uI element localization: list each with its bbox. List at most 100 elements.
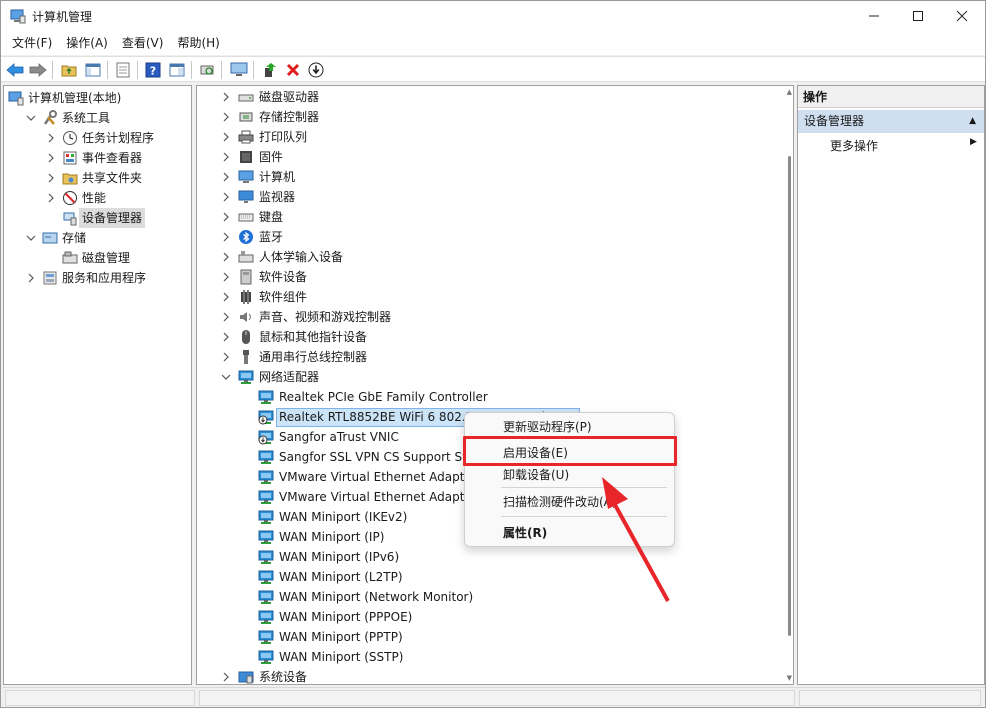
menu-view[interactable]: 查看(V) [115,32,171,54]
annotation-highlight-box [463,436,677,466]
menu-file[interactable]: 文件(F) [5,32,59,54]
chevron-right-icon[interactable] [221,327,231,347]
export-list-icon[interactable] [113,60,133,80]
disk-management-icon [62,250,78,266]
uninstall-x-icon[interactable] [283,60,303,80]
device-item[interactable]: WAN Miniport (L2TP) [197,567,777,587]
device-category-item[interactable]: 网络适配器 [197,367,777,387]
device-category-item[interactable]: 监视器 [197,187,777,207]
chevron-right-icon[interactable] [221,247,231,267]
device-category-item[interactable]: 软件设备 [197,267,777,287]
computer-management-app-icon [10,8,26,24]
device-category-item[interactable]: 系统设备 [197,667,777,684]
device-item[interactable]: WAN Miniport (PPTP) [197,627,777,647]
actions-group-device-manager[interactable]: 设备管理器 ▲ [798,110,984,133]
submenu-arrow-icon[interactable]: ▶ [970,137,977,147]
monitor-update-icon[interactable] [229,60,249,80]
device-item[interactable]: WAN Miniport (SSTP) [197,647,777,667]
chevron-right-icon[interactable] [221,187,231,207]
chevron-right-icon[interactable] [221,347,231,367]
chevron-right-icon[interactable] [46,188,56,208]
enable-device-icon[interactable] [306,60,326,80]
scroll-down-arrow-icon[interactable]: ▼ [787,674,792,682]
chevron-right-icon[interactable] [221,167,231,187]
chevron-right-icon[interactable] [221,87,231,107]
menu-help[interactable]: 帮助(H) [170,32,226,54]
device-category-item[interactable]: 人体学输入设备 [197,247,777,267]
maximize-button[interactable] [895,1,941,31]
chevron-right-icon[interactable] [46,128,56,148]
scroll-up-arrow-icon[interactable]: ▲ [787,88,792,96]
collapse-triangle-icon[interactable]: ▲ [969,110,976,133]
console-tree-item[interactable]: 磁盘管理 [4,248,191,268]
chevron-down-icon[interactable] [221,367,231,387]
properties-view-icon[interactable] [167,60,187,80]
console-tree-item[interactable]: 性能 [4,188,191,208]
console-tree-label: 任务计划程序 [82,131,155,145]
device-category-item[interactable]: 软件组件 [197,287,777,307]
device-label: 存储控制器 [259,110,320,124]
chevron-right-icon[interactable] [221,207,231,227]
console-tree-item[interactable]: 设备管理器 [4,208,191,228]
network-adapter-icon [258,489,274,505]
network-adapter-icon [258,469,274,485]
console-tree-item[interactable]: 计算机管理(本地) [4,88,191,108]
device-category-item[interactable]: 打印队列 [197,127,777,147]
console-tree-item[interactable]: 共享文件夹 [4,168,191,188]
device-category-item[interactable]: 存储控制器 [197,107,777,127]
console-tree-item[interactable]: 事件查看器 [4,148,191,168]
update-driver-icon[interactable] [260,60,280,80]
context-update-driver[interactable]: 更新驱动程序(P) [503,417,592,437]
sound-icon [238,309,254,325]
device-item[interactable]: Realtek PCIe GbE Family Controller [197,387,777,407]
device-category-item[interactable]: 计算机 [197,167,777,187]
minimize-button[interactable] [851,1,897,31]
chevron-right-icon[interactable] [221,107,231,127]
network-adapter-disabled-icon [258,409,274,425]
console-tree-label: 事件查看器 [82,151,143,165]
network-adapter-icon [258,629,274,645]
device-category-item[interactable]: 声音、视频和游戏控制器 [197,307,777,327]
device-category-item[interactable]: 通用串行总线控制器 [197,347,777,367]
chevron-right-icon[interactable] [46,168,56,188]
device-category-item[interactable]: 蓝牙 [197,227,777,247]
console-tree-item[interactable]: 存储 [4,228,191,248]
console-tree-item[interactable]: 任务计划程序 [4,128,191,148]
vertical-scrollbar[interactable] [788,156,791,636]
up-folder-icon[interactable] [59,60,79,80]
console-tree-item[interactable]: 服务和应用程序 [4,268,191,288]
chevron-right-icon[interactable] [221,307,231,327]
console-tree-item[interactable]: 系统工具 [4,108,191,128]
chevron-right-icon[interactable] [46,148,56,168]
help-icon[interactable]: ? [143,60,163,80]
context-uninstall-device[interactable]: 卸载设备(U) [503,465,569,485]
back-arrow-icon[interactable] [5,60,25,80]
show-hide-console-tree-icon[interactable] [83,60,103,80]
chevron-right-icon[interactable] [221,667,231,684]
device-label: 网络适配器 [259,370,320,384]
chevron-down-icon[interactable] [26,228,36,248]
chevron-right-icon[interactable] [26,268,36,288]
context-properties[interactable]: 属性(R) [503,523,547,543]
forward-arrow-icon[interactable] [28,60,48,80]
close-button[interactable] [939,1,985,31]
chevron-right-icon[interactable] [221,127,231,147]
device-category-item[interactable]: 鼠标和其他指针设备 [197,327,777,347]
chevron-down-icon[interactable] [26,108,36,128]
more-actions-item[interactable]: 更多操作 [830,136,878,156]
chevron-right-icon[interactable] [221,267,231,287]
device-label: Sangfor aTrust VNIC [279,430,399,444]
device-item[interactable]: WAN Miniport (PPPOE) [197,607,777,627]
scan-hardware-icon[interactable] [197,60,217,80]
menu-action[interactable]: 操作(A) [59,32,115,54]
device-category-item[interactable]: 磁盘驱动器 [197,87,777,107]
device-category-item[interactable]: 键盘 [197,207,777,227]
device-category-item[interactable]: 固件 [197,147,777,167]
chevron-right-icon[interactable] [221,147,231,167]
device-item[interactable]: WAN Miniport (IPv6) [197,547,777,567]
device-label: 通用串行总线控制器 [259,350,368,364]
chevron-right-icon[interactable] [221,227,231,247]
chevron-right-icon[interactable] [221,287,231,307]
device-item[interactable]: WAN Miniport (Network Monitor) [197,587,777,607]
disk-drive-icon [238,89,254,105]
